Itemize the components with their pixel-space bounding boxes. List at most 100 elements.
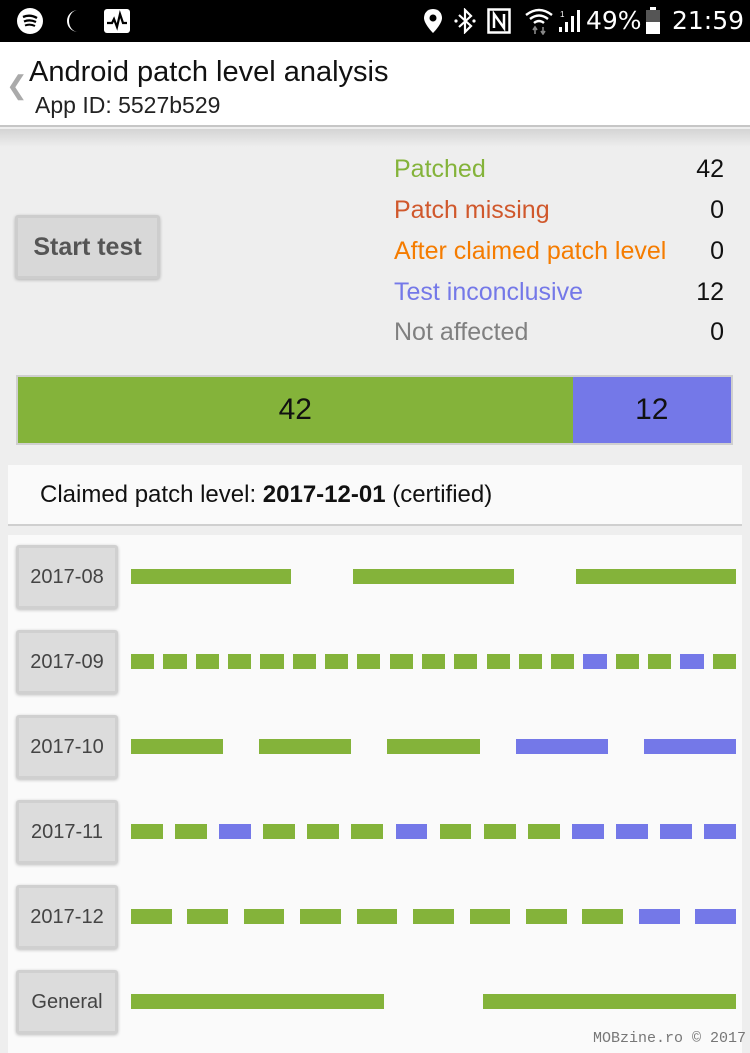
spotify-icon xyxy=(16,8,44,34)
app-id: App ID: 5527b529 xyxy=(35,92,221,118)
summary-segment-inconclusive: 12 xyxy=(572,377,731,443)
test-result-patched xyxy=(356,909,398,924)
test-result-track xyxy=(131,654,736,669)
claimed-suffix: (certified) xyxy=(385,481,493,508)
svg-text:1: 1 xyxy=(560,10,565,19)
wifi-icon xyxy=(525,8,553,35)
activity-monitor-icon xyxy=(103,8,131,34)
test-result-patched xyxy=(526,909,567,924)
legend-count: 0 xyxy=(710,318,724,346)
test-result-patched xyxy=(227,654,252,669)
test-result-track xyxy=(131,569,736,584)
test-result-patched xyxy=(259,739,352,754)
patch-month-list: 2017-08 2017-09 2017-10 2017-11 2017-12 Gener… xyxy=(8,535,742,1053)
page-title: Android patch level analysis xyxy=(29,56,389,88)
test-result-track xyxy=(131,994,736,1009)
start-test-button[interactable]: Start test xyxy=(15,215,160,279)
test-result-patched xyxy=(482,994,736,1009)
test-result-patched xyxy=(187,909,229,924)
patch-month-row: 2017-12 xyxy=(8,875,742,960)
clock: 21:59 xyxy=(672,6,745,35)
test-result-patched xyxy=(131,739,224,754)
test-result-patched xyxy=(575,569,736,584)
month-button[interactable]: General xyxy=(16,970,118,1034)
test-result-patched xyxy=(454,654,478,669)
test-result-patched xyxy=(351,824,384,839)
test-result-patched xyxy=(307,824,340,839)
claimed-date: 2017-12-01 xyxy=(262,481,386,508)
patch-month-row: 2017-11 xyxy=(8,790,742,875)
test-result-patched xyxy=(175,824,207,839)
test-result-patched xyxy=(582,909,624,924)
test-result-patched xyxy=(195,654,219,669)
legend-count: 12 xyxy=(696,278,724,306)
nfc-icon xyxy=(487,8,511,34)
legend-label: After claimed patch level xyxy=(394,237,667,265)
legend-row-missing: Patch missing 0 xyxy=(394,196,724,232)
legend-label: Not affected xyxy=(394,318,529,346)
test-result-inconclusive xyxy=(695,909,736,924)
test-result-patched xyxy=(243,909,285,924)
app-bar: ❮ Android patch level analysis App ID: 5… xyxy=(0,42,750,127)
status-bar: 1 49% 21:59 xyxy=(0,0,750,42)
test-result-patched xyxy=(439,824,472,839)
patch-month-row: 2017-09 xyxy=(8,620,742,705)
back-chevron-icon[interactable]: ❮ xyxy=(6,70,28,101)
month-button[interactable]: 2017-11 xyxy=(16,800,118,864)
test-result-patched xyxy=(300,909,341,924)
app-bar-shadow xyxy=(0,129,750,147)
month-button[interactable]: 2017-08 xyxy=(16,545,118,609)
legend-label: Patch missing xyxy=(394,196,550,224)
test-result-inconclusive xyxy=(515,739,608,754)
test-result-patched xyxy=(469,909,511,924)
test-result-inconclusive xyxy=(643,739,736,754)
test-result-inconclusive xyxy=(571,824,604,839)
bluetooth-icon xyxy=(454,8,476,34)
test-result-track xyxy=(131,909,736,924)
test-result-patched xyxy=(389,654,413,669)
test-result-patched xyxy=(131,824,163,839)
battery-percent: 49% xyxy=(586,6,642,35)
test-result-patched xyxy=(263,824,296,839)
test-result-patched xyxy=(648,654,672,669)
test-result-patched xyxy=(387,739,480,754)
test-result-patched xyxy=(260,654,284,669)
test-result-inconclusive xyxy=(660,824,692,839)
legend-row-inconclusive: Test inconclusive 12 xyxy=(394,278,724,314)
test-result-patched xyxy=(131,909,172,924)
legend-count: 42 xyxy=(696,155,724,183)
legend-row-not-affected: Not affected 0 xyxy=(394,318,724,354)
watermark: MOBzine.ro © 2017 xyxy=(592,1030,746,1047)
legend-count: 0 xyxy=(710,196,724,224)
summary-bar: 42 12 xyxy=(16,375,733,445)
legend-count: 0 xyxy=(710,237,724,265)
claimed-patch-level: Claimed patch level: 2017-12-01 (certifi… xyxy=(8,465,742,526)
test-result-patched xyxy=(131,994,385,1009)
test-result-inconclusive xyxy=(219,824,251,839)
test-result-inconclusive xyxy=(704,824,736,839)
test-result-track xyxy=(131,824,736,839)
test-result-patched xyxy=(413,909,454,924)
test-result-patched xyxy=(357,654,381,669)
month-button[interactable]: 2017-09 xyxy=(16,630,118,694)
test-result-patched xyxy=(163,654,187,669)
test-result-inconclusive xyxy=(583,654,607,669)
patch-month-row: 2017-10 xyxy=(8,705,742,790)
legend-row-patched: Patched 42 xyxy=(394,155,724,191)
test-result-patched xyxy=(551,654,575,669)
test-result-patched xyxy=(131,654,155,669)
test-result-inconclusive xyxy=(680,654,704,669)
summary-segment-patched: 42 xyxy=(18,377,573,443)
test-result-patched xyxy=(615,654,640,669)
patch-month-row: 2017-08 xyxy=(8,535,742,620)
moon-icon xyxy=(64,8,84,34)
test-result-patched xyxy=(486,654,510,669)
test-result-patched xyxy=(421,654,446,669)
month-button[interactable]: 2017-10 xyxy=(16,715,118,779)
battery-icon xyxy=(645,7,661,34)
legend-label: Test inconclusive xyxy=(394,278,583,306)
claimed-prefix: Claimed patch level: xyxy=(40,481,263,508)
month-button[interactable]: 2017-12 xyxy=(16,885,118,949)
test-result-patched xyxy=(324,654,349,669)
legend-label: Patched xyxy=(394,155,486,183)
